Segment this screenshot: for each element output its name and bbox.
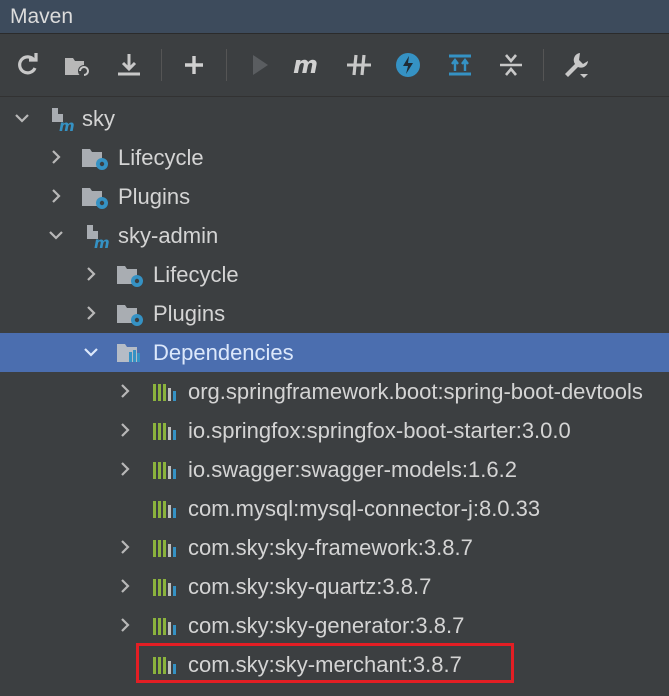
- dependency-label: com.sky:sky-framework:3.8.7: [188, 535, 473, 560]
- dependency-label: io.springfox:springfox-boot-starter:3.0.…: [188, 418, 571, 443]
- add-icon[interactable]: [177, 48, 211, 82]
- library-icon: [153, 579, 176, 596]
- chevron-down-icon[interactable]: [81, 342, 101, 362]
- dependency-item[interactable]: com.sky:sky-quartz:3.8.7: [0, 567, 669, 606]
- settings-icon[interactable]: [559, 48, 593, 82]
- lifecycle-folder-icon: [117, 266, 143, 287]
- download-icon[interactable]: [112, 48, 146, 82]
- execute-goal-icon[interactable]: m: [291, 48, 325, 82]
- tree-node-plugins[interactable]: Plugins: [0, 294, 669, 333]
- dependency-item[interactable]: com.mysql:mysql-connector-j:8.0.33: [0, 489, 669, 528]
- dependencies-folder-icon: [117, 344, 140, 362]
- toggle-offline-icon[interactable]: [342, 48, 376, 82]
- chevron-right-icon[interactable]: [115, 420, 135, 440]
- chevron-right-icon[interactable]: [115, 537, 135, 557]
- chevron-right-icon[interactable]: [115, 381, 135, 401]
- maven-project-tree: m sky Lifecycle Plugins m sky-admin Life…: [0, 97, 669, 696]
- svg-text:m: m: [293, 51, 318, 79]
- chevron-right-icon[interactable]: [81, 303, 101, 323]
- show-dependencies-icon[interactable]: [443, 48, 477, 82]
- dependency-item[interactable]: com.sky:sky-generator:3.8.7: [0, 606, 669, 645]
- dependency-item[interactable]: io.swagger:swagger-models:1.6.2: [0, 450, 669, 489]
- reload-icon[interactable]: [11, 48, 45, 82]
- dependency-label: com.sky:sky-generator:3.8.7: [188, 613, 465, 638]
- library-icon: [153, 423, 176, 440]
- tool-window-header: Maven: [0, 0, 669, 34]
- chevron-right-icon[interactable]: [115, 576, 135, 596]
- chevron-right-icon[interactable]: [115, 459, 135, 479]
- dependency-item[interactable]: io.springfox:springfox-boot-starter:3.0.…: [0, 411, 669, 450]
- run-icon[interactable]: [242, 48, 276, 82]
- lifecycle-folder-icon: [82, 149, 108, 170]
- library-icon: [153, 384, 176, 401]
- tree-node-lifecycle[interactable]: Lifecycle: [0, 138, 669, 177]
- tree-node-label: Plugins: [153, 301, 226, 326]
- tree-node-root[interactable]: m sky: [0, 99, 669, 138]
- dependency-label: io.swagger:swagger-models:1.6.2: [188, 457, 517, 482]
- tree-node-plugins[interactable]: Plugins: [0, 177, 669, 216]
- dependency-item[interactable]: com.sky:sky-framework:3.8.7: [0, 528, 669, 567]
- toolbar-separator: [543, 49, 544, 81]
- chevron-down-icon[interactable]: [12, 108, 32, 128]
- tool-window-title: Maven: [10, 5, 74, 28]
- library-icon: [153, 462, 176, 479]
- collapse-all-icon[interactable]: [494, 48, 528, 82]
- dependency-label: com.sky:sky-quartz:3.8.7: [188, 574, 432, 599]
- dependency-item[interactable]: org.springframework.boot:spring-boot-dev…: [0, 372, 669, 411]
- toolbar-separator: [226, 49, 227, 81]
- plugins-folder-icon: [82, 188, 108, 209]
- plugins-folder-icon: [117, 305, 143, 326]
- toolbar-separator: [161, 49, 162, 81]
- maven-toolbar: m: [0, 35, 669, 97]
- generate-sources-icon[interactable]: [60, 48, 94, 82]
- chevron-down-icon[interactable]: [46, 225, 66, 245]
- chevron-right-icon[interactable]: [115, 615, 135, 635]
- tree-node-module[interactable]: m sky-admin: [0, 216, 669, 255]
- svg-text:m: m: [59, 117, 75, 132]
- tree-node-label: sky: [82, 106, 115, 131]
- tree-node-label: Lifecycle: [153, 262, 239, 287]
- skip-tests-icon[interactable]: [391, 48, 425, 82]
- tree-node-dependencies[interactable]: Dependencies: [0, 333, 669, 372]
- chevron-right-icon[interactable]: [81, 264, 101, 284]
- maven-module-icon: m: [87, 225, 110, 249]
- tree-node-label: sky-admin: [118, 223, 219, 248]
- library-icon: [153, 540, 176, 557]
- library-icon: [153, 618, 176, 635]
- annotation-highlight-box: [136, 643, 514, 683]
- dependency-label: com.mysql:mysql-connector-j:8.0.33: [188, 496, 541, 521]
- chevron-right-icon[interactable]: [46, 147, 66, 167]
- chevron-right-icon[interactable]: [46, 186, 66, 206]
- svg-text:m: m: [94, 234, 110, 249]
- dependency-label: org.springframework.boot:spring-boot-dev…: [188, 379, 643, 404]
- library-icon: [153, 501, 176, 518]
- tree-node-label: Lifecycle: [118, 145, 204, 170]
- tree-node-label: Dependencies: [153, 340, 294, 365]
- tree-node-label: Plugins: [118, 184, 191, 209]
- tree-node-lifecycle[interactable]: Lifecycle: [0, 255, 669, 294]
- maven-module-icon: m: [52, 108, 75, 132]
